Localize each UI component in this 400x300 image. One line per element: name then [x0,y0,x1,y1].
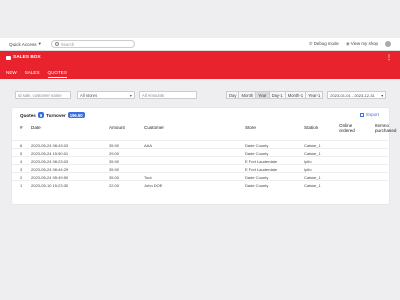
debug-mode-link[interactable]: ⚙Debug mode [309,41,339,47]
table-row[interactable]: 4 2023-05-24 08:23:03 35.90 E Fort Laude… [12,156,389,164]
col-number[interactable]: # [20,125,23,130]
period-year-button[interactable]: Year [255,91,270,99]
table-row[interactable]: 2 2023-05-24 05:49:50 35.00 Toot Dade Co… [12,172,389,180]
cell-number: 1 [20,183,23,188]
col-online-ordered[interactable]: Online ordered [339,123,363,133]
store-select[interactable]: All stores ▾ [77,91,135,99]
cell-store: Dade County [245,183,269,188]
table-row[interactable]: 3 2023-05-24 08:44:29 35.90 E Fort Laude… [12,164,389,172]
export-label: Export [366,112,379,117]
chevron-down-icon: ▾ [381,92,384,98]
amount-filter-input[interactable]: All Amounts [139,91,197,99]
col-date[interactable]: Date [31,125,41,130]
filter-bar: Id sale, customer name All stores ▾ All … [15,89,392,101]
more-menu-icon[interactable]: ⋮ [386,54,392,61]
avatar[interactable] [385,41,391,47]
search-icon [54,42,59,46]
col-itemno-purchased[interactable]: Itemno purchased [375,123,400,133]
cell-station: Caisse_1 [304,183,321,188]
quotes-label: Quotes [20,112,36,118]
search-field[interactable]: Search [50,40,135,48]
period-month-button[interactable]: Month [238,91,257,99]
period-month-minus-1-button[interactable]: Month-1 [284,91,307,99]
turnover-label: Turnover [46,112,66,118]
period-day-button[interactable]: Day [226,91,240,99]
view-shop-label: View my shop [350,41,378,46]
cell-amount: 22.00 [109,183,120,188]
table-row[interactable]: 1 2023-05-10 15:23:30 22.00 John DOE Dad… [12,180,389,188]
date-range-picker[interactable]: 2023-01-01 - 2023-12-31 ▾ [327,91,387,99]
col-station[interactable]: Station [304,125,318,130]
tab-new[interactable]: NEW [6,70,17,78]
top-toolbar: Quick Access ▾ Search ⚙Debug mode ◉View … [0,38,400,51]
table-header: # Date Amount Customer Store Station Onl… [12,121,396,135]
debug-mode-label: Debug mode [313,41,339,46]
quick-access-menu[interactable]: Quick Access ▾ [9,41,41,47]
export-button[interactable]: Export [360,112,379,117]
tab-quotes[interactable]: QUOTES [47,70,67,78]
chevron-down-icon: ▾ [38,41,41,46]
quotes-card: Quotes 6 Turnover 196.50 Export # Date A… [12,108,396,204]
col-store[interactable]: Store [245,125,256,130]
export-icon [360,112,365,117]
brand-title: SALES BOX [13,55,41,60]
sale-search-input[interactable]: Id sale, customer name [15,91,71,99]
sale-search-placeholder: Id sale, customer name [18,92,62,98]
module-header: SALES BOX ⋮ NEW SALES QUOTES [0,51,400,79]
period-day-minus-1-button[interactable]: Day-1 [268,91,286,99]
store-select-value: All stores [80,92,98,98]
date-range-value: 2023-01-01 - 2023-12-31 [330,92,375,98]
tab-bar: NEW SALES QUOTES [6,70,67,78]
col-customer[interactable]: Customer [144,125,164,130]
col-amount[interactable]: Amount [109,125,125,130]
period-year-minus-1-button[interactable]: Year-1 [305,91,324,99]
eye-icon: ◉ [345,41,350,46]
brand: SALES BOX [6,55,41,60]
turnover-badge: 196.50 [67,112,85,118]
amount-filter-placeholder: All Amounts [142,92,165,98]
cell-customer: John DOE [144,183,163,188]
period-selector: Day Month Year Day-1 Month-1 Year-1 [226,91,324,99]
tab-sales[interactable]: SALES [25,70,40,78]
cell-date: 2023-05-10 15:23:30 [31,183,69,188]
search-placeholder: Search [60,41,75,47]
quick-access-label: Quick Access [9,41,37,47]
quotes-count-badge: 6 [37,112,45,118]
view-shop-link[interactable]: ◉View my shop [346,41,378,47]
cart-icon [6,55,11,60]
table-row[interactable]: 6 2023-05-24 08:43:03 35.90 AAA Dade Cou… [12,140,389,148]
bug-icon: ⚙ [308,41,313,46]
quotes-summary: Quotes 6 Turnover 196.50 [20,112,85,118]
chevron-down-icon: ▾ [129,92,132,98]
table-row[interactable]: 5 2023-05-24 15:50:01 29.00 Dade County … [12,148,389,156]
